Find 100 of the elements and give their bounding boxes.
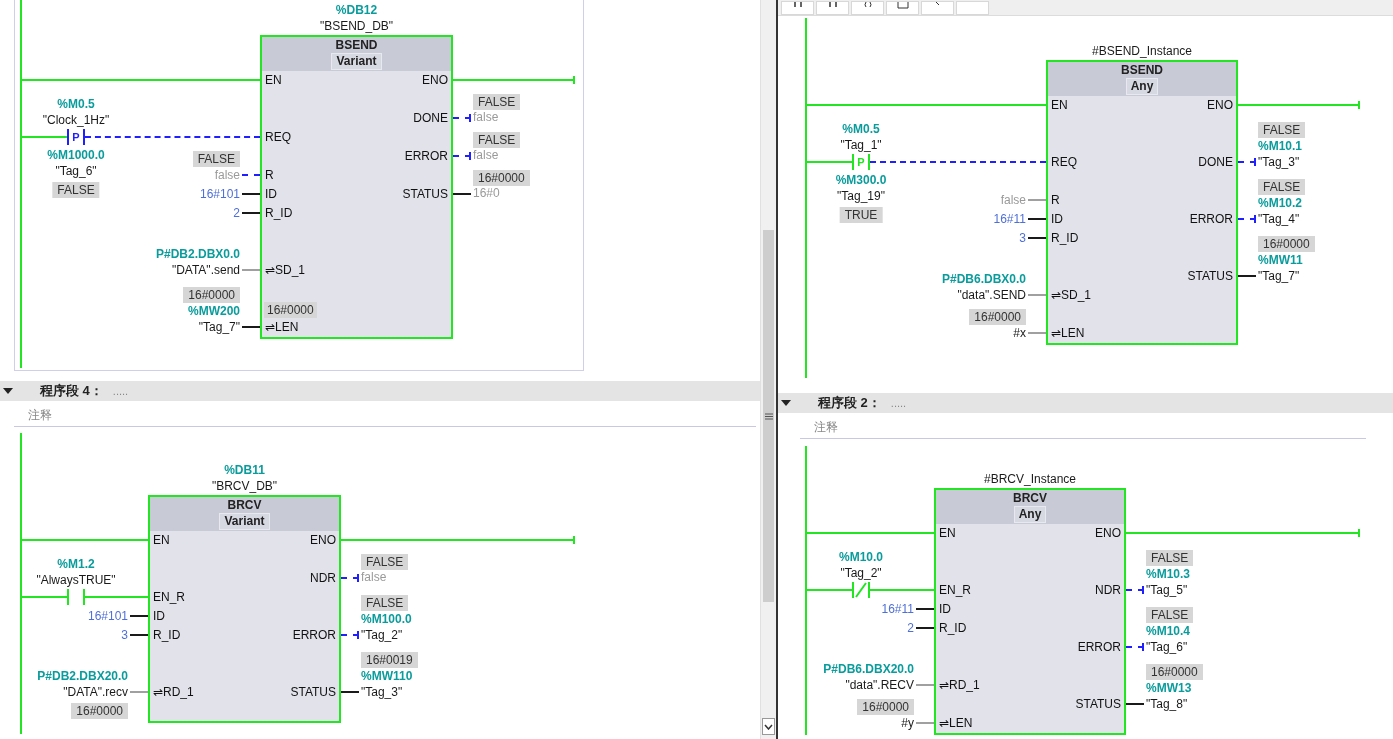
wire (1028, 329, 1046, 337)
chevron-down-icon (764, 723, 773, 730)
network-title: 程序段 2： (818, 394, 881, 413)
toolbar-button[interactable] (816, 1, 849, 15)
network-title-field[interactable]: ..... (112, 382, 129, 400)
monitor-value: 16#0000 (857, 699, 914, 715)
monitor-value: FALSE (1258, 179, 1306, 195)
pin-label: ID (153, 608, 165, 624)
monitor-value: 16#0019 (361, 652, 418, 668)
wire (242, 209, 260, 217)
box-icon (896, 2, 909, 9)
pin-label: ENO (310, 532, 336, 548)
wire (916, 624, 934, 632)
wire (1126, 586, 1144, 594)
constant-value: 2 (233, 205, 240, 221)
operand-address: %M10.2 (1258, 195, 1303, 211)
monitor-value: FALSE (361, 595, 409, 611)
wire (916, 681, 934, 689)
pin-label: NDR (310, 570, 336, 586)
wire (130, 688, 148, 696)
constant-value: 16#11 (881, 601, 914, 617)
wire (1126, 700, 1144, 708)
pin-label: ⇌RD_1 (939, 677, 980, 693)
pin-label: NDR (1095, 582, 1121, 598)
default-value: 16#0 (473, 185, 500, 201)
wire (1028, 234, 1046, 242)
default-value: false (473, 109, 499, 125)
constant-value: 16#11 (993, 211, 1026, 227)
operand-address: %M10.3 (1146, 566, 1191, 582)
pin-label: ERROR (1077, 639, 1121, 655)
monitor-value: 16#0000 (969, 309, 1026, 325)
wire (916, 605, 934, 613)
tag-name: "BSEND_DB" (319, 18, 394, 34)
pin-label: R_ID (265, 205, 293, 221)
comment-field[interactable]: 注释 (800, 417, 1366, 439)
scroll-down-button[interactable] (762, 718, 775, 735)
pin-label: DONE (1198, 154, 1233, 170)
tag-name: "BRCV_DB" (211, 478, 278, 494)
pin-label: STATUS (1187, 268, 1233, 284)
tag-name: "Clock_1Hz" (42, 112, 110, 128)
pin-label: ⇌RD_1 (153, 684, 194, 700)
constant-value: 2 (907, 620, 914, 636)
pin-label: EN (939, 525, 956, 541)
coil-icon (862, 2, 873, 7)
tag-name: "Tag_7" (198, 319, 240, 335)
wire (453, 190, 471, 198)
pin-label: STATUS (290, 684, 336, 700)
operand-address: P#DB6.DBX0.0 (941, 271, 1026, 287)
network-title: 程序段 4： (40, 382, 103, 401)
tag-name: "Tag_5" (1146, 582, 1188, 598)
comment-field[interactable]: 注释 (14, 405, 756, 427)
block-name: BSEND (335, 38, 378, 53)
toolbar-button[interactable] (851, 1, 884, 15)
pin-label: R (265, 167, 274, 183)
wire (341, 574, 359, 582)
monitor-value: FALSE (52, 182, 100, 198)
collapse-triangle-icon[interactable] (780, 399, 792, 407)
wire (916, 719, 934, 727)
monitor-value: FALSE (192, 151, 240, 167)
pin-label: ERROR (404, 148, 448, 164)
tag-name: "data".RECV (845, 677, 914, 693)
tag-name: "Tag_6" (55, 163, 97, 179)
wire (242, 266, 260, 274)
monitor-value: FALSE (1258, 122, 1306, 138)
constant-value: 3 (1019, 230, 1026, 246)
wire (453, 114, 471, 122)
wire (806, 586, 852, 594)
toolbar-button[interactable] (781, 1, 814, 15)
wire (242, 190, 260, 198)
contact-icon (792, 2, 803, 7)
p-contact: P (852, 154, 870, 170)
operand-address: %M0.5 (842, 121, 880, 137)
operand-address: %MW11 (1258, 252, 1303, 268)
operand-address: P#DB2.DBX20.0 (37, 668, 128, 684)
constant-value: 16#101 (87, 608, 128, 624)
p-contact: P (67, 129, 85, 145)
toolbar-button[interactable] (886, 1, 919, 15)
scrollbar-thumb[interactable] (763, 230, 774, 602)
monitor-value: FALSE (361, 554, 409, 570)
default-value: false (473, 147, 499, 163)
tag-name: "DATA".recv (63, 684, 128, 700)
block-type: Variant (331, 53, 382, 70)
tag-name: "Tag_3" (361, 684, 403, 700)
collapse-triangle-icon[interactable] (2, 387, 14, 395)
operand-address: %M10.0 (839, 549, 883, 565)
wire (21, 593, 67, 601)
network-title-field[interactable]: ..... (890, 394, 907, 412)
pin-label: ID (265, 186, 277, 202)
monitor-value: TRUE (839, 207, 883, 223)
monitor-value: 16#0000 (473, 170, 530, 186)
tag-name: "DATA".send (171, 262, 240, 278)
monitor-value: 16#0000 (1258, 236, 1315, 252)
monitor-value: 16#0000 (183, 287, 240, 303)
pin-label: ⇌LEN (1051, 325, 1085, 341)
block-name: BRCV (1013, 491, 1047, 506)
pin-label: R_ID (1051, 230, 1079, 246)
tag-name: "Tag_2" (840, 565, 882, 581)
monitor-value: 16#0000 (264, 302, 317, 318)
wire (1028, 196, 1046, 204)
wire (1238, 272, 1256, 280)
